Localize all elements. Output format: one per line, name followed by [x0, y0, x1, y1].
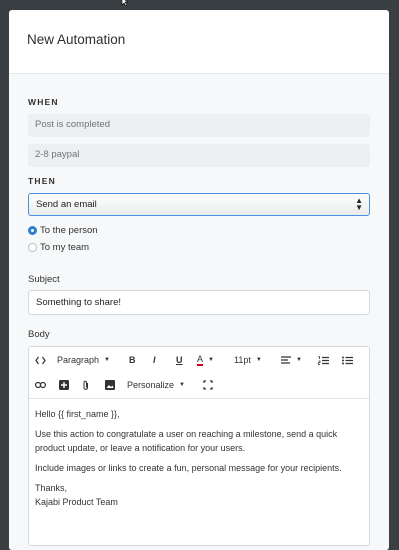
attachment-icon[interactable]	[82, 378, 90, 392]
editor-toolbar: Paragraph ▼ B I U A ▼ 11pt ▼ ▼ Personali…	[29, 347, 369, 399]
chevron-down-icon: ▼	[255, 357, 262, 363]
body-line-paragraph: Include images or links to create a fun,…	[35, 463, 342, 473]
editor-content[interactable]: Hello {{ first_name }}, Use this action …	[29, 399, 369, 517]
personalize-dropdown[interactable]: Personalize ▼	[127, 378, 185, 392]
modal-title: New Automation	[9, 10, 389, 74]
chevron-down-icon: ▼	[179, 382, 185, 388]
when-label: WHEN	[28, 97, 59, 107]
bullet-list-icon[interactable]	[342, 353, 353, 367]
font-size-dropdown[interactable]: 11pt ▼	[234, 353, 262, 367]
trigger-field[interactable]: Post is completed	[28, 114, 370, 137]
align-left-icon	[281, 355, 291, 364]
action-select-value: Send an email	[36, 199, 97, 210]
body-label: Body	[28, 329, 50, 340]
chevron-down-icon: ▼	[296, 357, 302, 363]
then-label: THEN	[28, 176, 56, 186]
radio-to-the-person[interactable]: To the person	[28, 225, 98, 236]
body-line-greeting: Hello {{ first_name }},	[35, 409, 120, 419]
body-editor[interactable]: Paragraph ▼ B I U A ▼ 11pt ▼ ▼ Personali…	[28, 346, 370, 546]
italic-button[interactable]: I	[153, 353, 156, 367]
align-dropdown[interactable]: ▼	[281, 353, 302, 367]
personalize-label: Personalize	[127, 380, 175, 390]
paragraph-format-label: Paragraph	[57, 355, 100, 365]
automation-modal: New Automation WHEN Post is completed 2-…	[9, 10, 389, 550]
body-line-signature: Kajabi Product Team	[35, 497, 118, 507]
font-color-label: A	[197, 354, 204, 366]
chevron-down-icon: ▼	[208, 357, 214, 363]
body-line-paragraph: Use this action to congratulate a user o…	[35, 429, 338, 453]
insert-block-icon[interactable]	[59, 378, 69, 392]
ordered-list-icon[interactable]	[318, 353, 329, 367]
link-icon[interactable]	[35, 378, 46, 392]
font-size-label: 11pt	[234, 355, 251, 365]
image-icon[interactable]	[105, 378, 115, 392]
mouse-cursor-icon	[121, 0, 129, 7]
radio-label: To my team	[40, 242, 90, 253]
select-arrows-icon: ▲ ▼	[355, 196, 363, 212]
radio-unchecked-icon[interactable]	[28, 243, 37, 252]
chevron-down-icon: ▼	[104, 357, 110, 363]
radio-checked-icon[interactable]	[28, 226, 37, 235]
source-code-icon[interactable]	[35, 353, 46, 367]
radio-label: To the person	[40, 225, 98, 236]
font-color-dropdown[interactable]: A ▼	[197, 353, 214, 367]
subject-input[interactable]: Something to share!	[28, 290, 370, 315]
body-line-signoff: Thanks,	[35, 483, 68, 493]
action-select[interactable]: Send an email ▲ ▼	[28, 193, 370, 216]
bold-button[interactable]: B	[129, 353, 136, 367]
modal-body: WHEN Post is completed 2-8 paypal THEN S…	[9, 74, 389, 550]
radio-to-my-team[interactable]: To my team	[28, 242, 89, 253]
paragraph-format-dropdown[interactable]: Paragraph ▼	[57, 353, 110, 367]
trigger-target-field[interactable]: 2-8 paypal	[28, 144, 370, 167]
subject-label: Subject	[28, 274, 60, 285]
fullscreen-icon[interactable]	[203, 378, 213, 392]
underline-button[interactable]: U	[176, 353, 183, 367]
